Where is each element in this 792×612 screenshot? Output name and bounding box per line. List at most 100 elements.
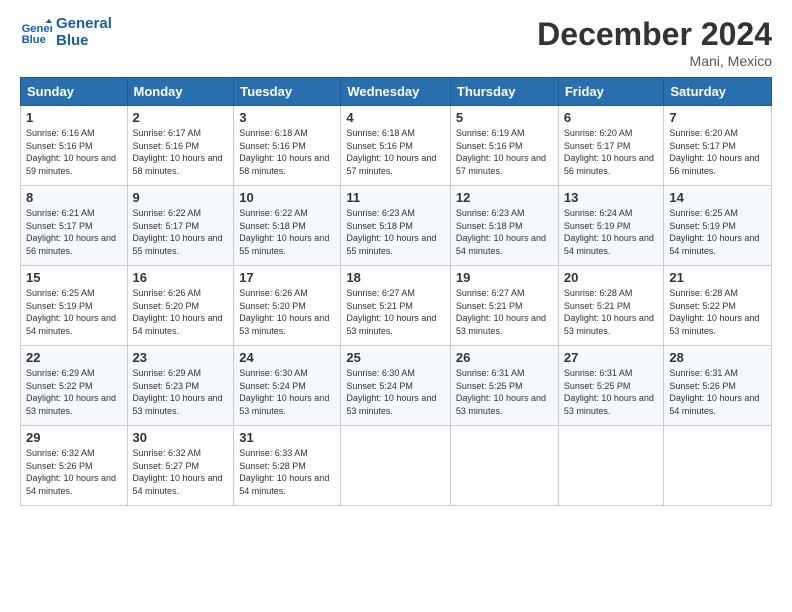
day-detail: Sunrise: 6:20 AMSunset: 5:17 PMDaylight:… [669, 128, 759, 176]
col-sunday: Sunday [21, 78, 128, 106]
day-cell: 4 Sunrise: 6:18 AMSunset: 5:16 PMDayligh… [341, 106, 451, 186]
day-number: 11 [346, 190, 445, 205]
day-cell: 10 Sunrise: 6:22 AMSunset: 5:18 PMDaylig… [234, 186, 341, 266]
day-number: 20 [564, 270, 659, 285]
month-title: December 2024 [537, 16, 772, 53]
day-detail: Sunrise: 6:19 AMSunset: 5:16 PMDaylight:… [456, 128, 546, 176]
day-detail: Sunrise: 6:16 AMSunset: 5:16 PMDaylight:… [26, 128, 116, 176]
day-number: 29 [26, 430, 122, 445]
day-detail: Sunrise: 6:26 AMSunset: 5:20 PMDaylight:… [239, 288, 329, 336]
day-detail: Sunrise: 6:29 AMSunset: 5:22 PMDaylight:… [26, 368, 116, 416]
day-cell: 11 Sunrise: 6:23 AMSunset: 5:18 PMDaylig… [341, 186, 451, 266]
col-monday: Monday [127, 78, 234, 106]
day-detail: Sunrise: 6:26 AMSunset: 5:20 PMDaylight:… [133, 288, 223, 336]
day-number: 6 [564, 110, 659, 125]
day-cell [341, 426, 451, 506]
day-cell: 13 Sunrise: 6:24 AMSunset: 5:19 PMDaylig… [558, 186, 664, 266]
day-detail: Sunrise: 6:31 AMSunset: 5:25 PMDaylight:… [564, 368, 654, 416]
day-number: 24 [239, 350, 335, 365]
day-cell: 22 Sunrise: 6:29 AMSunset: 5:22 PMDaylig… [21, 346, 128, 426]
day-cell: 3 Sunrise: 6:18 AMSunset: 5:16 PMDayligh… [234, 106, 341, 186]
day-detail: Sunrise: 6:29 AMSunset: 5:23 PMDaylight:… [133, 368, 223, 416]
day-cell: 28 Sunrise: 6:31 AMSunset: 5:26 PMDaylig… [664, 346, 772, 426]
day-detail: Sunrise: 6:23 AMSunset: 5:18 PMDaylight:… [346, 208, 436, 256]
week-row-5: 29 Sunrise: 6:32 AMSunset: 5:26 PMDaylig… [21, 426, 772, 506]
day-cell: 2 Sunrise: 6:17 AMSunset: 5:16 PMDayligh… [127, 106, 234, 186]
day-number: 19 [456, 270, 553, 285]
day-number: 27 [564, 350, 659, 365]
day-number: 28 [669, 350, 766, 365]
day-cell: 6 Sunrise: 6:20 AMSunset: 5:17 PMDayligh… [558, 106, 664, 186]
day-detail: Sunrise: 6:27 AMSunset: 5:21 PMDaylight:… [456, 288, 546, 336]
title-area: December 2024 Mani, Mexico [537, 16, 772, 69]
col-saturday: Saturday [664, 78, 772, 106]
week-row-3: 15 Sunrise: 6:25 AMSunset: 5:19 PMDaylig… [21, 266, 772, 346]
day-cell: 9 Sunrise: 6:22 AMSunset: 5:17 PMDayligh… [127, 186, 234, 266]
day-detail: Sunrise: 6:22 AMSunset: 5:18 PMDaylight:… [239, 208, 329, 256]
day-detail: Sunrise: 6:23 AMSunset: 5:18 PMDaylight:… [456, 208, 546, 256]
day-cell: 5 Sunrise: 6:19 AMSunset: 5:16 PMDayligh… [450, 106, 558, 186]
day-number: 3 [239, 110, 335, 125]
day-number: 30 [133, 430, 229, 445]
col-thursday: Thursday [450, 78, 558, 106]
day-cell: 20 Sunrise: 6:28 AMSunset: 5:21 PMDaylig… [558, 266, 664, 346]
day-detail: Sunrise: 6:28 AMSunset: 5:21 PMDaylight:… [564, 288, 654, 336]
location: Mani, Mexico [537, 53, 772, 69]
day-cell: 27 Sunrise: 6:31 AMSunset: 5:25 PMDaylig… [558, 346, 664, 426]
day-detail: Sunrise: 6:18 AMSunset: 5:16 PMDaylight:… [239, 128, 329, 176]
day-detail: Sunrise: 6:31 AMSunset: 5:26 PMDaylight:… [669, 368, 759, 416]
day-number: 9 [133, 190, 229, 205]
day-detail: Sunrise: 6:28 AMSunset: 5:22 PMDaylight:… [669, 288, 759, 336]
logo-line2: Blue [56, 33, 112, 50]
day-number: 26 [456, 350, 553, 365]
day-cell: 31 Sunrise: 6:33 AMSunset: 5:28 PMDaylig… [234, 426, 341, 506]
day-number: 17 [239, 270, 335, 285]
col-wednesday: Wednesday [341, 78, 451, 106]
day-detail: Sunrise: 6:24 AMSunset: 5:19 PMDaylight:… [564, 208, 654, 256]
day-cell: 26 Sunrise: 6:31 AMSunset: 5:25 PMDaylig… [450, 346, 558, 426]
day-number: 14 [669, 190, 766, 205]
day-detail: Sunrise: 6:30 AMSunset: 5:24 PMDaylight:… [346, 368, 436, 416]
calendar-table: Sunday Monday Tuesday Wednesday Thursday… [20, 77, 772, 506]
day-number: 8 [26, 190, 122, 205]
day-number: 7 [669, 110, 766, 125]
logo: General Blue General Blue [20, 16, 112, 49]
day-number: 5 [456, 110, 553, 125]
day-number: 1 [26, 110, 122, 125]
day-detail: Sunrise: 6:32 AMSunset: 5:27 PMDaylight:… [133, 448, 223, 496]
day-detail: Sunrise: 6:33 AMSunset: 5:28 PMDaylight:… [239, 448, 329, 496]
day-detail: Sunrise: 6:27 AMSunset: 5:21 PMDaylight:… [346, 288, 436, 336]
day-cell: 15 Sunrise: 6:25 AMSunset: 5:19 PMDaylig… [21, 266, 128, 346]
day-detail: Sunrise: 6:22 AMSunset: 5:17 PMDaylight:… [133, 208, 223, 256]
day-number: 21 [669, 270, 766, 285]
day-number: 25 [346, 350, 445, 365]
header: General Blue General Blue December 2024 … [20, 16, 772, 69]
day-cell: 17 Sunrise: 6:26 AMSunset: 5:20 PMDaylig… [234, 266, 341, 346]
week-row-2: 8 Sunrise: 6:21 AMSunset: 5:17 PMDayligh… [21, 186, 772, 266]
day-cell: 18 Sunrise: 6:27 AMSunset: 5:21 PMDaylig… [341, 266, 451, 346]
day-detail: Sunrise: 6:32 AMSunset: 5:26 PMDaylight:… [26, 448, 116, 496]
day-cell: 12 Sunrise: 6:23 AMSunset: 5:18 PMDaylig… [450, 186, 558, 266]
col-friday: Friday [558, 78, 664, 106]
day-number: 31 [239, 430, 335, 445]
day-number: 12 [456, 190, 553, 205]
day-cell: 7 Sunrise: 6:20 AMSunset: 5:17 PMDayligh… [664, 106, 772, 186]
header-row: Sunday Monday Tuesday Wednesday Thursday… [21, 78, 772, 106]
day-detail: Sunrise: 6:18 AMSunset: 5:16 PMDaylight:… [346, 128, 436, 176]
day-number: 2 [133, 110, 229, 125]
day-detail: Sunrise: 6:31 AMSunset: 5:25 PMDaylight:… [456, 368, 546, 416]
day-cell [558, 426, 664, 506]
day-cell: 14 Sunrise: 6:25 AMSunset: 5:19 PMDaylig… [664, 186, 772, 266]
logo-icon: General Blue [20, 19, 52, 47]
day-number: 4 [346, 110, 445, 125]
page: General Blue General Blue December 2024 … [0, 0, 792, 612]
day-number: 16 [133, 270, 229, 285]
svg-text:Blue: Blue [22, 34, 46, 46]
day-cell: 24 Sunrise: 6:30 AMSunset: 5:24 PMDaylig… [234, 346, 341, 426]
day-number: 23 [133, 350, 229, 365]
day-cell: 30 Sunrise: 6:32 AMSunset: 5:27 PMDaylig… [127, 426, 234, 506]
day-detail: Sunrise: 6:21 AMSunset: 5:17 PMDaylight:… [26, 208, 116, 256]
svg-text:General: General [22, 22, 52, 34]
day-cell: 21 Sunrise: 6:28 AMSunset: 5:22 PMDaylig… [664, 266, 772, 346]
day-detail: Sunrise: 6:30 AMSunset: 5:24 PMDaylight:… [239, 368, 329, 416]
